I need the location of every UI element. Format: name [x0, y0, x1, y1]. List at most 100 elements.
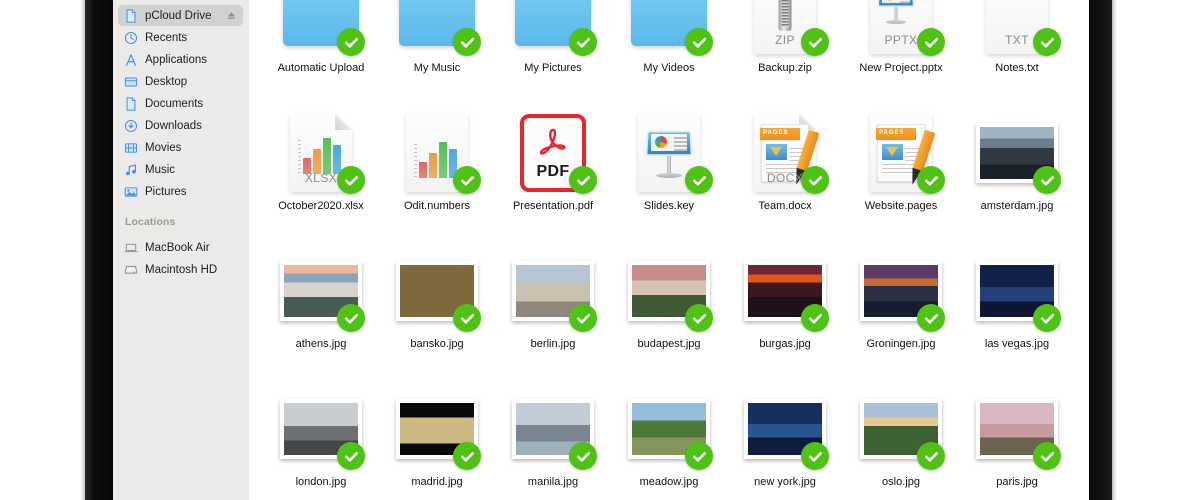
file-name-label[interactable]: My Pictures	[524, 62, 581, 75]
file-thumbnail[interactable]	[275, 386, 367, 472]
file-thumbnail[interactable]	[623, 248, 715, 334]
file-name-label[interactable]: burgas.jpg	[759, 338, 810, 351]
laptop-icon	[124, 241, 138, 255]
file-name-label[interactable]: My Videos	[643, 62, 694, 75]
file-item[interactable]: madrid.jpg	[379, 386, 495, 500]
file-item[interactable]: paris.jpg	[959, 386, 1075, 500]
sidebar-item-recents[interactable]: Recents	[118, 27, 243, 48]
file-item[interactable]: PDF Presentation.pdf	[495, 110, 611, 226]
sidebar-item-applications[interactable]: Applications	[118, 49, 243, 70]
file-item[interactable]: burgas.jpg	[727, 248, 843, 364]
file-thumbnail[interactable]	[739, 386, 831, 472]
file-item[interactable]: PAGES Website.pages	[843, 110, 959, 226]
file-item[interactable]: manila.jpg	[495, 386, 611, 500]
file-name-label[interactable]: athens.jpg	[296, 338, 347, 351]
file-item[interactable]: Automatic Upload	[263, 0, 379, 88]
file-name-label[interactable]: amsterdam.jpg	[981, 200, 1054, 213]
sidebar-item-macintosh-hd[interactable]: Macintosh HD	[118, 259, 243, 280]
file-name-label[interactable]: meadow.jpg	[640, 476, 699, 489]
file-thumbnail[interactable]: PAGES	[855, 110, 947, 196]
sidebar-item-downloads[interactable]: Downloads	[118, 115, 243, 136]
file-name-label[interactable]: las vegas.jpg	[985, 338, 1049, 351]
file-name-label[interactable]: Website.pages	[865, 200, 938, 213]
file-thumbnail[interactable]	[739, 248, 831, 334]
sidebar-item-movies[interactable]: Movies	[118, 137, 243, 158]
file-name-label[interactable]: New Project.pptx	[859, 62, 942, 75]
file-item[interactable]: las vegas.jpg	[959, 248, 1075, 364]
file-thumbnail[interactable]: PPTX	[855, 0, 947, 58]
file-thumbnail[interactable]	[275, 0, 367, 58]
file-grid-container[interactable]: Automatic Upload My Music My Pictures My Vi…	[249, 0, 1089, 500]
file-name-label[interactable]: Notes.txt	[995, 62, 1038, 75]
file-item[interactable]: amsterdam.jpg	[959, 110, 1075, 226]
bar-chart-art	[298, 134, 347, 174]
file-name-label[interactable]: budapest.jpg	[638, 338, 701, 351]
file-thumbnail[interactable]	[623, 0, 715, 58]
sidebar-item-music[interactable]: Music	[118, 159, 243, 180]
eject-icon[interactable]	[226, 10, 237, 21]
file-thumbnail[interactable]: ZIP	[739, 0, 831, 58]
file-thumbnail[interactable]	[391, 248, 483, 334]
file-thumbnail[interactable]	[855, 386, 947, 472]
sidebar-item-pcloud-drive[interactable]: pCloud Drive	[118, 5, 243, 26]
file-thumbnail[interactable]	[391, 0, 483, 58]
sidebar-item-pictures[interactable]: Pictures	[118, 181, 243, 202]
file-item[interactable]: Groningen.jpg	[843, 248, 959, 364]
file-name-label[interactable]: Slides.key	[644, 200, 694, 213]
file-item[interactable]: My Videos	[611, 0, 727, 88]
file-item[interactable]: TXT Notes.txt	[959, 0, 1075, 88]
file-item[interactable]: budapest.jpg	[611, 248, 727, 364]
file-name-label[interactable]: london.jpg	[296, 476, 347, 489]
file-name-label[interactable]: bansko.jpg	[410, 338, 463, 351]
file-name-label[interactable]: Odit.numbers	[404, 200, 470, 213]
file-thumbnail[interactable]	[391, 110, 483, 196]
file-name-label[interactable]: Backup.zip	[758, 62, 812, 75]
file-name-label[interactable]: My Music	[414, 62, 460, 75]
file-item[interactable]: athens.jpg	[263, 248, 379, 364]
file-name-label[interactable]: berlin.jpg	[531, 338, 576, 351]
file-item[interactable]: ZIP Backup.zip	[727, 0, 843, 88]
file-thumbnail[interactable]: PDF	[507, 110, 599, 196]
file-thumbnail[interactable]	[971, 386, 1063, 472]
file-thumbnail[interactable]	[391, 386, 483, 472]
file-thumbnail[interactable]: TXT	[971, 0, 1063, 58]
file-thumbnail[interactable]	[507, 0, 599, 58]
sidebar-item-macbook-air[interactable]: MacBook Air	[118, 237, 243, 258]
file-item[interactable]: Slides.key	[611, 110, 727, 226]
file-name-label[interactable]: Automatic Upload	[278, 62, 365, 75]
file-item[interactable]: new york.jpg	[727, 386, 843, 500]
file-name-label[interactable]: paris.jpg	[996, 476, 1038, 489]
sidebar-item-desktop[interactable]: Desktop	[118, 71, 243, 92]
file-thumbnail[interactable]	[623, 386, 715, 472]
file-item[interactable]: meadow.jpg	[611, 386, 727, 500]
file-name-label[interactable]: new york.jpg	[754, 476, 816, 489]
file-thumbnail[interactable]	[275, 248, 367, 334]
file-thumbnail[interactable]	[507, 248, 599, 334]
file-thumbnail[interactable]: XLSX	[275, 110, 367, 196]
file-thumbnail[interactable]	[971, 248, 1063, 334]
file-item[interactable]: My Pictures	[495, 0, 611, 88]
file-item[interactable]: Odit.numbers	[379, 110, 495, 226]
file-name-label[interactable]: Presentation.pdf	[513, 200, 593, 213]
file-thumbnail[interactable]: PAGES DOCX	[739, 110, 831, 196]
file-name-label[interactable]: madrid.jpg	[411, 476, 462, 489]
sidebar-item-label: Downloads	[145, 119, 202, 132]
file-item[interactable]: berlin.jpg	[495, 248, 611, 364]
file-name-label[interactable]: October2020.xlsx	[278, 200, 364, 213]
file-name-label[interactable]: Team.docx	[758, 200, 811, 213]
file-thumbnail[interactable]	[855, 248, 947, 334]
file-item[interactable]: My Music	[379, 0, 495, 88]
file-thumbnail[interactable]	[507, 386, 599, 472]
file-name-label[interactable]: Groningen.jpg	[866, 338, 935, 351]
file-item[interactable]: bansko.jpg	[379, 248, 495, 364]
file-item[interactable]: oslo.jpg	[843, 386, 959, 500]
file-thumbnail[interactable]	[623, 110, 715, 196]
file-item[interactable]: PAGES DOCX Team.docx	[727, 110, 843, 226]
file-name-label[interactable]: oslo.jpg	[882, 476, 920, 489]
sidebar-item-documents[interactable]: Documents	[118, 93, 243, 114]
file-name-label[interactable]: manila.jpg	[528, 476, 578, 489]
file-thumbnail[interactable]	[971, 110, 1063, 196]
file-item[interactable]: PPTX New Project.pptx	[843, 0, 959, 88]
file-item[interactable]: XLSX October2020.xlsx	[263, 110, 379, 226]
file-item[interactable]: london.jpg	[263, 386, 379, 500]
